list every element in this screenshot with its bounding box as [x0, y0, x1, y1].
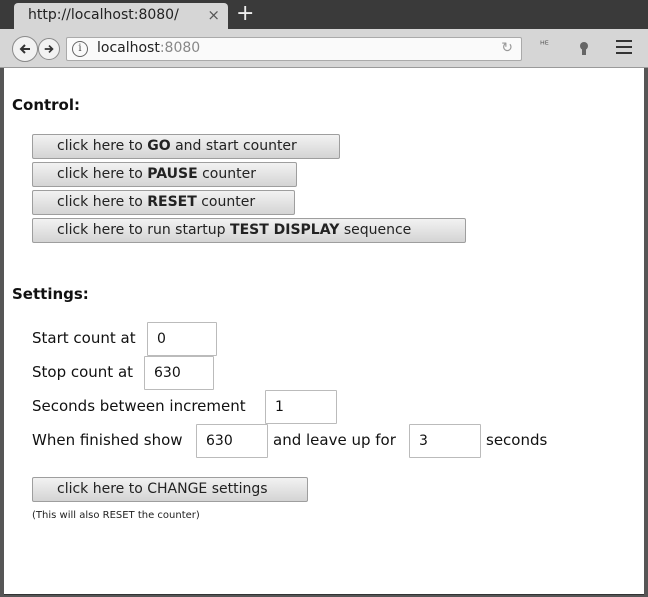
back-icon[interactable] [12, 36, 38, 62]
page-content: Control: click here to GO and start coun… [4, 68, 644, 595]
tab-title: http://localhost:8080/ [28, 7, 179, 23]
leave-up-label: and leave up for [273, 431, 396, 449]
change-settings-button[interactable]: click here to CHANGE settings [32, 477, 308, 502]
reset-button[interactable]: click here to RESET counter [32, 190, 295, 215]
pause-button[interactable]: click here to PAUSE counter [32, 162, 297, 187]
seconds-suffix-label: seconds [486, 431, 548, 449]
new-tab-icon[interactable]: + [236, 1, 254, 27]
url-text: localhost:8080 [97, 40, 201, 56]
reload-icon[interactable]: ↻ [501, 40, 513, 56]
site-info-icon[interactable]: i [72, 41, 88, 57]
finished-show-input[interactable] [196, 424, 268, 458]
close-tab-icon[interactable]: × [207, 6, 220, 24]
forward-icon[interactable] [38, 38, 60, 60]
stop-count-label: Stop count at [32, 363, 134, 381]
address-bar[interactable]: i localhost:8080 ↻ [66, 37, 522, 61]
reset-note: (This will also RESET the counter) [32, 510, 200, 521]
tab-bar: http://localhost:8080/ × + [0, 0, 648, 29]
browser-tab[interactable]: http://localhost:8080/ × [14, 3, 228, 29]
extension-icon[interactable] [576, 40, 592, 60]
control-heading: Control: [12, 96, 81, 114]
navigation-bar: i localhost:8080 ↻ ᴴᴱ [0, 29, 648, 68]
stop-count-input[interactable] [144, 356, 214, 390]
finished-show-label: When finished show [32, 431, 183, 449]
leave-up-input[interactable] [409, 424, 481, 458]
start-count-input[interactable] [147, 322, 217, 356]
seconds-increment-input[interactable] [265, 390, 337, 424]
menu-icon[interactable] [616, 40, 632, 54]
seconds-increment-label: Seconds between increment [32, 397, 246, 415]
start-count-label: Start count at [32, 329, 136, 347]
go-button[interactable]: click here to GO and start counter [32, 134, 340, 159]
translate-icon[interactable]: ᴴᴱ [540, 40, 549, 51]
test-display-button[interactable]: click here to run startup TEST DISPLAY s… [32, 218, 466, 243]
settings-heading: Settings: [12, 285, 89, 303]
